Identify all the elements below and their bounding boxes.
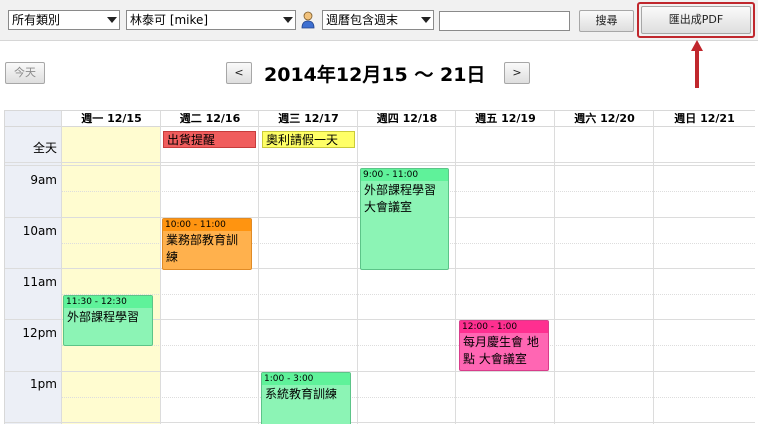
event-time: 10:00 - 11:00	[163, 219, 251, 231]
category-select-value: 所有類別	[12, 13, 61, 27]
event-title: 外部課程學習	[67, 310, 140, 324]
day-header-fri[interactable]: 週五 12/19	[456, 111, 555, 127]
half-hour-line	[62, 397, 755, 398]
day-header-sat[interactable]: 週六 12/20	[555, 111, 654, 127]
allday-event[interactable]: 奧利請假一天	[262, 131, 355, 148]
allday-event[interactable]: 出貨提醒	[163, 131, 256, 148]
week-calendar: 週一 12/15 週二 12/16 週三 12/17 週四 12/18 週五 1…	[4, 110, 755, 424]
category-select[interactable]: 所有類別	[8, 10, 120, 30]
next-week-button[interactable]: >	[504, 62, 530, 84]
user-select[interactable]: 林泰可 [mike]	[126, 10, 296, 30]
prev-week-button[interactable]: <	[226, 62, 252, 84]
header-corner	[5, 111, 62, 127]
calendar-event[interactable]: 1:00 - 3:00 系統教育訓練	[261, 372, 351, 424]
column-divider	[61, 111, 62, 424]
user-select-value: 林泰可 [mike]	[130, 13, 209, 27]
half-hour-line	[62, 345, 755, 346]
chevron-down-icon	[103, 11, 119, 29]
chevron-down-icon	[417, 11, 433, 29]
column-divider	[455, 111, 456, 424]
column-divider	[653, 111, 654, 424]
today-button[interactable]: 今天	[5, 62, 45, 84]
arrow-up-icon	[691, 40, 703, 88]
day-header-mon[interactable]: 週一 12/15	[62, 111, 161, 127]
chevron-down-icon	[279, 11, 295, 29]
time-label: 9am	[30, 173, 57, 187]
time-label: 12pm	[22, 326, 57, 340]
column-divider	[554, 111, 555, 424]
week-select[interactable]: 週曆包含週末	[322, 10, 434, 30]
column-divider	[160, 111, 161, 424]
allday-label: 全天	[32, 141, 57, 155]
user-icon	[301, 11, 315, 29]
column-divider	[258, 111, 259, 424]
time-label: 1pm	[30, 377, 57, 391]
calendar-event[interactable]: 11:30 - 12:30 外部課程學習	[63, 295, 153, 346]
allday-divider	[5, 165, 755, 166]
event-title: 每月慶生會 地點 大會議室	[463, 335, 539, 366]
allday-divider	[5, 162, 755, 163]
search-button[interactable]: 搜尋	[579, 10, 634, 32]
calendar-event[interactable]: 12:00 - 1:00 每月慶生會 地點 大會議室	[459, 320, 549, 371]
calendar-event[interactable]: 10:00 - 11:00 業務部教育訓練	[162, 218, 252, 270]
week-select-value: 週曆包含週末	[326, 13, 399, 27]
time-label: 10am	[22, 224, 57, 238]
event-title: 奧利請假一天	[266, 133, 339, 147]
event-title: 系統教育訓練	[265, 387, 338, 401]
time-label: 11am	[22, 275, 57, 289]
day-header-thu[interactable]: 週四 12/18	[358, 111, 456, 127]
column-divider	[357, 111, 358, 424]
event-title: 業務部教育訓練	[166, 233, 239, 264]
hour-line	[5, 371, 755, 372]
search-input[interactable]	[439, 11, 570, 31]
today-column-highlight	[62, 127, 160, 424]
half-hour-line	[62, 294, 755, 295]
page-title: 2014年12月15 ～ 21日	[264, 64, 486, 86]
event-time: 12:00 - 1:00	[460, 321, 548, 333]
day-header-sun[interactable]: 週日 12/21	[654, 111, 755, 127]
export-highlight-box	[637, 2, 755, 38]
event-time: 9:00 - 11:00	[361, 169, 448, 181]
event-title: 出貨提醒	[167, 133, 216, 147]
calendar-event[interactable]: 9:00 - 11:00 外部課程學習 大會議室	[360, 168, 449, 270]
event-title: 外部課程學習 大會議室	[364, 183, 437, 214]
event-time: 11:30 - 12:30	[64, 296, 152, 308]
event-time: 1:00 - 3:00	[262, 373, 350, 385]
day-header-wed[interactable]: 週三 12/17	[259, 111, 358, 127]
day-header-tue[interactable]: 週二 12/16	[161, 111, 259, 127]
